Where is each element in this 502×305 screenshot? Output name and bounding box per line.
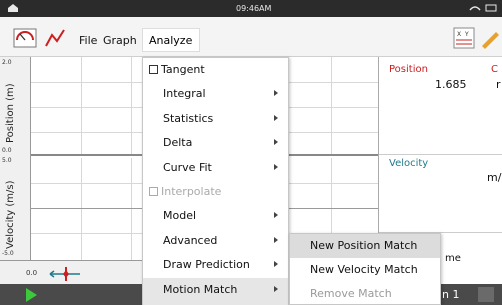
submenu-item-new-position-match[interactable]: New Position Match (290, 234, 440, 258)
time-meter-fragment: me (445, 253, 461, 264)
menu-item-delta[interactable]: Delta (143, 131, 288, 155)
position-meter-unit: r (496, 78, 501, 91)
submenu-arrow-icon (274, 139, 278, 146)
main-toolbar: File Graph Analyze X Y (0, 17, 502, 57)
submenu-item-new-velocity-match[interactable]: New Velocity Match (290, 258, 440, 282)
menu-item-tangent[interactable]: Tangent (143, 58, 288, 82)
submenu-arrow-icon (274, 261, 278, 268)
table-toggle-icon[interactable]: X Y (452, 26, 476, 50)
menu-item-label: Advanced (163, 233, 218, 247)
menu-item-integral[interactable]: Integral (143, 82, 288, 106)
interpolate-checkbox (149, 187, 158, 196)
svg-text:Y: Y (464, 31, 469, 38)
menu-item-curve-fit[interactable]: Curve Fit (143, 156, 288, 180)
line-graph-icon[interactable] (43, 26, 67, 50)
play-icon[interactable] (26, 288, 37, 302)
menu-item-label: Tangent (161, 63, 205, 76)
x-tick-start: 0.0 (26, 269, 38, 277)
meter-icon[interactable] (13, 26, 37, 50)
velocity-tick-bottom: -5.0 (2, 250, 14, 257)
position-meter-value: 1.685 (435, 78, 467, 91)
velocity-tick-top: 5.0 (2, 157, 12, 164)
analyze-dropdown: Tangent Integral Statistics Delta Curve … (142, 57, 289, 305)
menu-item-label: Draw Prediction (163, 258, 250, 272)
menu-item-label: Delta (163, 136, 193, 150)
position-meter[interactable]: Position C 1.685 r (379, 57, 502, 155)
position-tick-top: 2.0 (2, 59, 12, 66)
submenu-arrow-icon (274, 163, 278, 170)
submenu-arrow-icon (274, 90, 278, 97)
submenu-arrow-icon (274, 114, 278, 121)
menu-file[interactable]: File (79, 34, 97, 47)
menu-item-interpolate: Interpolate (143, 180, 288, 204)
menu-item-model[interactable]: Model (143, 204, 288, 228)
menu-analyze[interactable]: Analyze (142, 28, 200, 52)
motion-match-submenu: New Position Match New Velocity Match Re… (289, 233, 441, 305)
edit-icon[interactable] (478, 26, 502, 50)
status-bar: 09:46AM (0, 0, 502, 17)
velocity-meter-label: Velocity (389, 158, 429, 169)
status-time: 09:46AM (236, 4, 272, 13)
wifi-battery-icon (469, 4, 497, 12)
submenu-item-label: Remove Match (310, 287, 392, 300)
position-axis-label: Position (m) (5, 83, 16, 143)
y-axis-column: 2.0 0.0 5.0 -5.0 Position (m) Velocity (… (0, 57, 31, 260)
menu-item-label: Interpolate (161, 185, 222, 198)
menu-item-label: Statistics (163, 111, 214, 125)
position-meter-label: Position (389, 64, 428, 75)
submenu-item-label: New Position Match (310, 239, 418, 252)
velocity-meter-unit: m/ (487, 171, 502, 184)
position-tick-bottom: 0.0 (2, 147, 12, 154)
submenu-arrow-icon (274, 285, 278, 292)
svg-text:X: X (457, 31, 461, 38)
menu-analyze-label: Analyze (149, 34, 193, 47)
tangent-checkbox[interactable] (149, 65, 158, 74)
submenu-arrow-icon (274, 236, 278, 243)
velocity-meter[interactable]: Velocity m/ (379, 155, 502, 233)
menu-item-statistics[interactable]: Statistics (143, 107, 288, 131)
menu-item-motion-match[interactable]: Motion Match (143, 277, 288, 305)
position-meter-fragment: C (491, 64, 498, 75)
menu-item-label: Motion Match (163, 282, 238, 296)
menu-item-advanced[interactable]: Advanced (143, 229, 288, 253)
run-selector-label[interactable]: n 1 (442, 288, 459, 301)
meters-panel: Position C 1.685 r Velocity m/ me (378, 57, 502, 264)
menu-graph[interactable]: Graph (103, 34, 137, 47)
submenu-arrow-icon (274, 212, 278, 219)
home-icon[interactable] (7, 3, 19, 13)
velocity-axis-label: Velocity (m/s) (5, 180, 16, 249)
submenu-item-remove-match: Remove Match (290, 282, 440, 305)
run-menu-icon[interactable] (478, 287, 494, 302)
menu-item-label: Integral (163, 87, 206, 101)
menu-item-label: Curve Fit (163, 160, 212, 174)
menu-item-label: Model (163, 209, 197, 223)
submenu-item-label: New Velocity Match (310, 263, 418, 276)
app-root: 09:46AM File Graph Analyze X Y 2.0 0.0 5… (0, 0, 502, 305)
time-scrubber-icon[interactable] (48, 265, 84, 283)
menu-item-draw-prediction[interactable]: Draw Prediction (143, 253, 288, 277)
